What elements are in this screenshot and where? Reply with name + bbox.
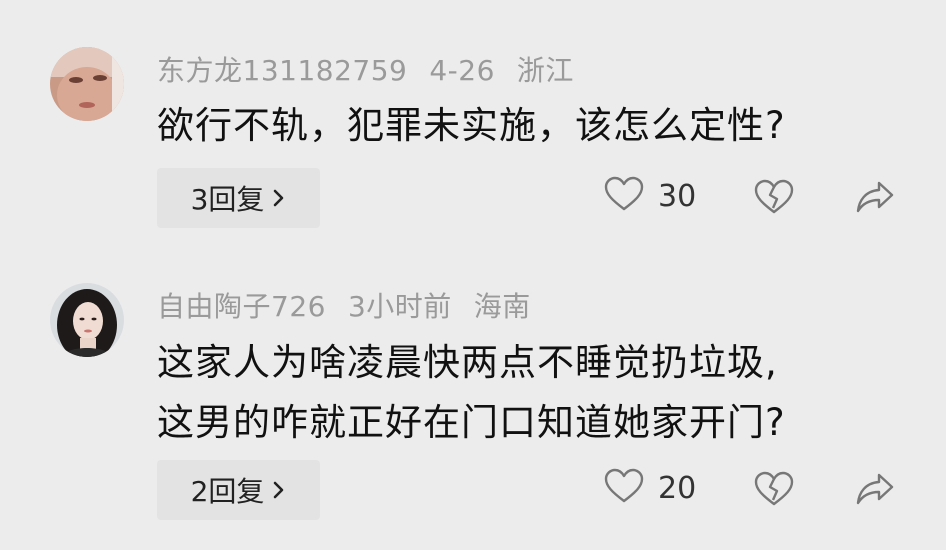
like-count: 30 [658, 178, 697, 214]
dislike-button[interactable] [754, 471, 794, 511]
share-arrow-icon [855, 181, 895, 219]
comment-actions: 30 [600, 168, 900, 228]
heart-outline-icon [604, 176, 644, 216]
share-button[interactable] [855, 471, 895, 511]
comment-date: 4-26 [429, 54, 495, 87]
comment-location: 浙江 [516, 54, 574, 87]
view-replies-button[interactable]: 2回复 [157, 460, 320, 520]
avatar-image [50, 283, 124, 357]
comment-text-line: 欲行不轨，犯罪未实施，该怎么定性? [157, 104, 786, 147]
comment-text-line: 这家人为啥凌晨快两点不睡觉扔垃圾, [157, 341, 778, 384]
avatar[interactable] [50, 47, 124, 121]
view-replies-button[interactable]: 3回复 [157, 168, 320, 228]
share-arrow-icon [855, 473, 895, 511]
like-count: 20 [658, 470, 697, 506]
comment-list: 东方龙131182759 4-26 浙江 欲行不轨，犯罪未实施，该怎么定性? 3回复… [0, 0, 946, 550]
reply-label: 2回复 [190, 475, 265, 508]
broken-heart-icon [754, 471, 794, 511]
comment-text: 这家人为啥凌晨快两点不睡觉扔垃圾, 这男的咋就正好在门口知道她家开门? [157, 333, 786, 453]
comment-meta: 自由陶子726 3小时前 海南 [157, 285, 553, 325]
username[interactable]: 自由陶子726 [157, 290, 326, 323]
comment-date: 3小时前 [347, 290, 452, 323]
reply-label: 3回复 [190, 183, 265, 216]
avatar-image [50, 47, 124, 121]
comment-location: 海南 [473, 290, 531, 323]
broken-heart-icon [754, 179, 794, 219]
avatar[interactable] [50, 283, 124, 357]
heart-outline-icon [604, 468, 644, 508]
comment-meta: 东方龙131182759 4-26 浙江 [157, 49, 596, 89]
like-button[interactable]: 30 [604, 176, 696, 216]
username[interactable]: 东方龙131182759 [157, 54, 407, 87]
comment-actions: 20 [600, 460, 900, 520]
chevron-right-icon [272, 182, 286, 215]
comment-text: 欲行不轨，犯罪未实施，该怎么定性? [157, 96, 786, 156]
share-button[interactable] [855, 179, 895, 219]
comment-text-line: 这男的咋就正好在门口知道她家开门? [157, 401, 786, 444]
like-button[interactable]: 20 [604, 468, 696, 508]
dislike-button[interactable] [754, 179, 794, 219]
chevron-right-icon [272, 474, 286, 507]
